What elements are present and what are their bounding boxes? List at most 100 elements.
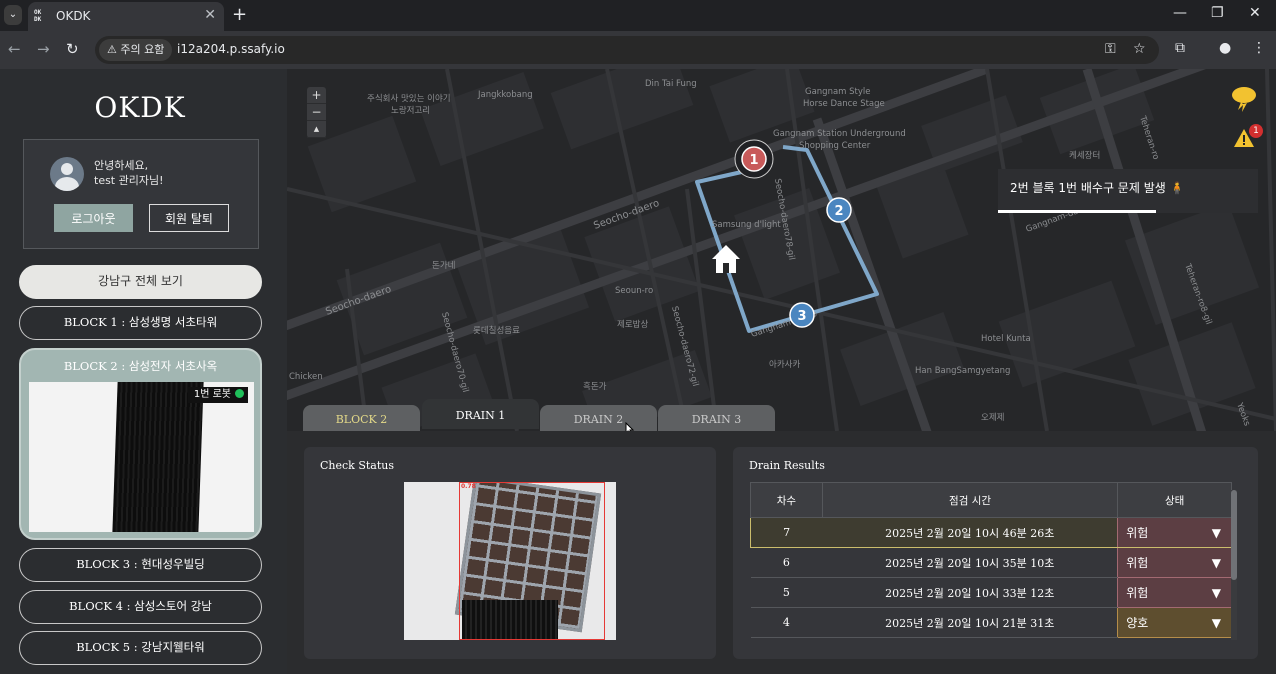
address-bar: ← → ↻ ⚠ 주의 요함 i12a204.p.ssafy.io ⚿ ☆ ⧉ ●… — [0, 31, 1276, 69]
menu-icon[interactable]: ⋮ — [1252, 40, 1266, 56]
new-tab-icon[interactable]: + — [232, 4, 247, 25]
svg-text:아카사카: 아카사카 — [769, 359, 800, 370]
omnibox[interactable]: ⚠ 주의 요함 i12a204.p.ssafy.io ⚿ ☆ — [95, 36, 1159, 64]
map-view[interactable]: 주식회사 맛있는 이야기 노랑저고리 Jangkkobang Din Tai F… — [287, 69, 1276, 431]
robot-status-badge: 1번 로봇 — [187, 387, 248, 403]
url-text[interactable]: i12a204.p.ssafy.io — [177, 42, 285, 56]
zoom-in-button[interactable]: + — [307, 87, 326, 104]
caret-down-icon[interactable]: ▼ — [1212, 556, 1221, 570]
view-all-button[interactable]: 강남구 전체 보기 — [19, 265, 262, 299]
drain-inspection-image[interactable]: 0.78 — [404, 482, 616, 640]
svg-text:3: 3 — [797, 309, 806, 324]
zoom-out-button[interactable]: − — [307, 104, 326, 121]
block-1-button[interactable]: BLOCK 1 : 삼성생명 서초타워 — [19, 306, 262, 340]
close-window-icon[interactable]: ✕ — [1249, 5, 1261, 21]
table-row[interactable]: 7 2025년 2월 20일 10시 46분 26초 위험 ▼ — [750, 517, 1232, 548]
status-select[interactable]: 위험 ▼ — [1117, 547, 1232, 578]
tab-drain-3[interactable]: DRAIN 3 — [658, 405, 775, 431]
tab-search-icon[interactable]: ⌄ — [4, 5, 22, 25]
drain-marker-2[interactable]: 2 — [826, 197, 852, 223]
svg-text:제로밥상: 제로밥상 — [617, 319, 648, 330]
reload-icon[interactable]: ↻ — [66, 40, 79, 58]
block-2-card[interactable]: BLOCK 2 : 삼성전자 서초사옥 1번 로봇 — [19, 348, 262, 540]
browser-tab-bar: ⌄ OK DK OKDK ✕ + — ❐ ✕ — [0, 0, 1276, 31]
block-4-button[interactable]: BLOCK 4 : 삼성스토어 강남 — [19, 590, 262, 624]
round-cell: 4 — [750, 607, 823, 638]
favicon-text-top: OK — [34, 9, 42, 16]
weather-storm-icon[interactable] — [1229, 83, 1259, 113]
tab-drain-1[interactable]: DRAIN 1 — [422, 399, 539, 429]
status-value: 위험 — [1126, 556, 1149, 570]
online-dot-icon — [235, 389, 244, 398]
map-canvas: 주식회사 맛있는 이야기 노랑저고리 Jangkkobang Din Tai F… — [287, 69, 1276, 431]
mouse-cursor-icon — [625, 422, 635, 431]
user-card: 안녕하세요, test 관리자님! 로그아웃 회원 탈퇴 — [23, 139, 259, 249]
tab-close-icon[interactable]: ✕ — [204, 7, 216, 23]
security-warning-chip[interactable]: ⚠ 주의 요함 — [99, 39, 173, 61]
minimize-icon[interactable]: — — [1173, 5, 1187, 21]
greeting-line2: test 관리자님! — [94, 174, 164, 187]
tab-title: OKDK — [56, 9, 91, 23]
extensions-icon[interactable]: ⧉ — [1175, 40, 1185, 56]
status-value: 위험 — [1126, 586, 1149, 600]
withdraw-button[interactable]: 회원 탈퇴 — [149, 204, 229, 232]
check-status-panel: Check Status 0.78 — [304, 447, 716, 659]
svg-text:흑돈가: 흑돈가 — [583, 381, 607, 392]
greeting-line1: 안녕하세요, — [94, 159, 149, 172]
status-select[interactable]: 위험 ▼ — [1117, 517, 1232, 548]
bottom-area: Check Status 0.78 Drain Results 차수 점검 시간… — [287, 431, 1276, 674]
tab-block-2[interactable]: BLOCK 2 — [303, 405, 420, 431]
toast-progress-bar — [998, 210, 1156, 213]
home-icon[interactable] — [712, 245, 740, 273]
status-select[interactable]: 위험 ▼ — [1117, 577, 1232, 608]
caret-down-icon[interactable]: ▼ — [1212, 586, 1221, 600]
drain-results-title: Drain Results — [749, 459, 825, 472]
key-icon[interactable]: ⚿ — [1105, 41, 1116, 57]
svg-text:Din Tai Fung: Din Tai Fung — [645, 79, 697, 89]
browser-tab[interactable]: OK DK OKDK ✕ — [28, 2, 224, 31]
tab-drain-2[interactable]: DRAIN 2 — [540, 405, 657, 431]
bookmark-star-icon[interactable]: ☆ — [1133, 41, 1146, 57]
table-row[interactable]: 4 2025년 2월 20일 10시 21분 31초 양호 ▼ — [750, 607, 1232, 638]
toast-message: 2번 블록 1번 배수구 문제 발생 🧍 — [1010, 181, 1185, 195]
block-3-button[interactable]: BLOCK 3 : 현대성우빌딩 — [19, 548, 262, 582]
alert-toast[interactable]: 2번 블록 1번 배수구 문제 발생 🧍 — [998, 169, 1258, 213]
status-value: 양호 — [1126, 616, 1149, 630]
svg-text:Hotel Kunta: Hotel Kunta — [981, 334, 1031, 344]
drain-results-panel: Drain Results 차수 점검 시간 상태 7 2025년 2월 20일… — [733, 447, 1258, 659]
round-cell: 7 — [750, 517, 823, 548]
table-row[interactable]: 5 2025년 2월 20일 10시 33분 12초 위험 ▼ — [750, 577, 1232, 608]
caret-down-icon[interactable]: ▼ — [1212, 526, 1221, 540]
reset-north-button[interactable]: ▲ — [307, 121, 326, 138]
caret-down-icon[interactable]: ▼ — [1212, 616, 1221, 630]
camera-brush-strip — [112, 382, 204, 532]
logout-button[interactable]: 로그아웃 — [54, 204, 133, 232]
forward-icon[interactable]: → — [37, 40, 50, 58]
svg-text:돈가네: 돈가네 — [432, 261, 455, 271]
svg-text:Han BangSamgyetang: Han BangSamgyetang — [915, 366, 1010, 376]
svg-text:Gangnam Station Underground: Gangnam Station Underground — [773, 129, 906, 139]
scrollbar-thumb[interactable] — [1231, 490, 1237, 580]
drain-marker-3[interactable]: 3 — [789, 302, 815, 328]
status-select[interactable]: 양호 ▼ — [1117, 607, 1232, 638]
maximize-icon[interactable]: ❐ — [1211, 5, 1224, 21]
svg-text:Horse Dance Stage: Horse Dance Stage — [803, 99, 885, 109]
header-time: 점검 시간 — [821, 482, 1119, 518]
time-cell: 2025년 2월 20일 10시 35분 10초 — [822, 547, 1118, 578]
back-icon[interactable]: ← — [8, 40, 21, 58]
status-value: 위험 — [1126, 526, 1149, 540]
drain-marker-1[interactable]: 1 — [734, 139, 774, 179]
svg-text:노랑저고리: 노랑저고리 — [391, 105, 430, 116]
svg-text:1: 1 — [749, 153, 758, 168]
map-zoom-control: + − ▲ — [307, 87, 326, 138]
favicon: OK DK — [34, 9, 50, 23]
svg-text:오제제: 오제제 — [981, 413, 1004, 423]
results-scrollbar[interactable] — [1231, 490, 1237, 640]
profile-icon[interactable]: ● — [1219, 40, 1231, 56]
header-round: 차수 — [750, 482, 823, 518]
alert-count-badge: 1 — [1249, 124, 1263, 138]
table-row[interactable]: 6 2025년 2월 20일 10시 35분 10초 위험 ▼ — [750, 547, 1232, 578]
robot-camera-feed: 1번 로봇 — [29, 382, 254, 532]
block-5-button[interactable]: BLOCK 5 : 강남지웰타워 — [19, 631, 262, 665]
detection-box: 0.78 — [459, 482, 605, 640]
